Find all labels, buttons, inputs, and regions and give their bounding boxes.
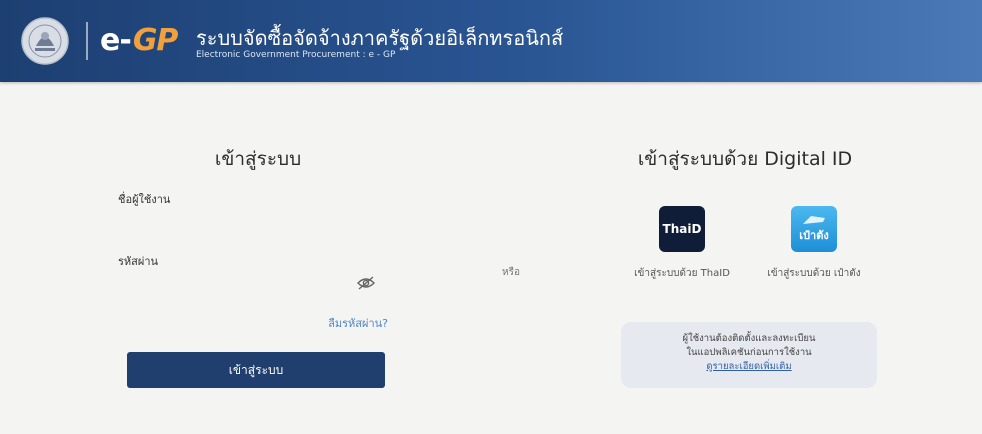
paotang-logo-icon[interactable]: เป๋าตัง: [791, 206, 837, 252]
login-button[interactable]: เข้าสู่ระบบ: [127, 352, 385, 388]
thaid-logo-icon[interactable]: ThaiD: [659, 206, 705, 252]
eye-slash-icon[interactable]: [356, 275, 376, 291]
paotang-login-label: เข้าสู่ระบบด้วย เป๋าตัง: [767, 268, 861, 279]
username-input[interactable]: [118, 208, 388, 232]
or-separator: หรือ: [502, 267, 520, 278]
forgot-password-link[interactable]: ลืมรหัสผ่าน?: [250, 314, 388, 332]
paotang-login-option[interactable]: เป๋าตัง เข้าสู่ระบบด้วย เป๋าตัง: [744, 206, 884, 281]
paotang-tile-text: เป๋าตัง: [799, 229, 829, 242]
government-emblem-icon: [21, 17, 69, 65]
top-header: e- GP ระบบจัดซื้อจัดจ้างภาครัฐด้วยอิเล็ก…: [0, 0, 982, 82]
egp-logo[interactable]: e- GP: [100, 20, 179, 60]
password-input[interactable]: [118, 270, 348, 294]
username-label: ชื่อผู้ใช้งาน: [118, 193, 171, 206]
logo-gp: GP: [132, 22, 179, 58]
password-label: รหัสผ่าน: [118, 255, 159, 268]
header-divider: [86, 22, 88, 60]
digital-id-notice: ผู้ใช้งานต้องติดตั้งและลงทะเบียน ในแอปพล…: [621, 322, 877, 388]
notice-line-1: ผู้ใช้งานต้องติดตั้งและลงทะเบียน: [682, 333, 816, 344]
logo-e: e-: [100, 22, 132, 58]
system-subtitle: Electronic Government Procurement : e - …: [196, 50, 396, 60]
paotang-wallet-icon: [803, 216, 825, 224]
digital-id-title: เข้าสู่ระบบด้วย Digital ID: [637, 148, 853, 170]
thaid-tile-text: ThaiD: [662, 222, 702, 236]
notice-line-2: ในแอปพลิเคชันก่อนการใช้งาน: [686, 347, 812, 358]
thaid-login-label: เข้าสู่ระบบด้วย ThaID: [634, 268, 730, 279]
thaid-login-option[interactable]: ThaiD เข้าสู่ระบบด้วย ThaID: [612, 206, 752, 281]
login-title: เข้าสู่ระบบ: [214, 148, 302, 170]
notice-more-link[interactable]: ดูรายละเอียดเพิ่มเติม: [621, 360, 877, 374]
